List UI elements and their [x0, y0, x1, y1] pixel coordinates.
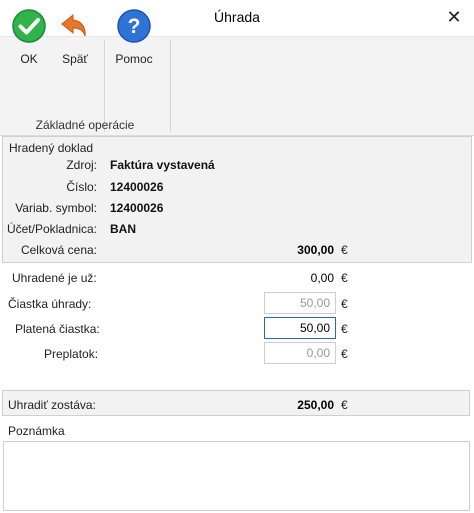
- ok-button[interactable]: OK: [8, 4, 50, 70]
- source-value: Faktúra vystavená: [110, 158, 215, 172]
- already-paid-value: 0,00: [310, 271, 334, 285]
- total-price-currency: €: [341, 243, 348, 257]
- ribbon-group-label: Základné operácie: [35, 118, 135, 132]
- number-value: 12400026: [110, 180, 164, 194]
- total-price-value: 300,00: [297, 243, 334, 257]
- remaining-value: 250,00: [297, 398, 334, 412]
- help-icon: ?: [117, 9, 151, 43]
- payment-amount-label: Čiastka úhrady:: [8, 297, 92, 311]
- number-label: Číslo:: [66, 180, 97, 194]
- back-button[interactable]: Späť: [54, 4, 96, 70]
- back-label: Späť: [62, 52, 88, 66]
- check-icon: [12, 9, 46, 43]
- total-price-label: Celková cena:: [20, 243, 97, 257]
- remaining-currency: €: [341, 398, 348, 412]
- variable-symbol-label: Variab. symbol:: [15, 201, 97, 215]
- section-separator: [2, 262, 470, 263]
- help-button[interactable]: ? Pomoc: [110, 4, 158, 70]
- already-paid-label: Uhradené je už:: [12, 271, 97, 285]
- already-paid-currency: €: [341, 271, 348, 285]
- account-value: BAN: [110, 222, 136, 236]
- account-label: Účet/Pokladnica:: [6, 222, 97, 236]
- paid-amount-label: Platená čiastka:: [15, 322, 100, 336]
- help-label: Pomoc: [115, 52, 153, 66]
- overpayment-field[interactable]: 0,00: [264, 342, 336, 364]
- close-icon[interactable]: ✕: [438, 2, 470, 32]
- remaining-label: Uhradiť zostáva:: [8, 398, 96, 412]
- paid-amount-currency: €: [341, 322, 348, 336]
- overpayment-label: Preplatok:: [44, 347, 99, 361]
- source-label: Zdroj:: [66, 158, 97, 172]
- document-group-title: Hradený doklad: [9, 141, 94, 155]
- note-textarea[interactable]: [3, 441, 470, 511]
- note-label: Poznámka: [8, 424, 65, 438]
- ok-label: OK: [20, 52, 38, 66]
- ribbon-group-separator: [170, 40, 171, 132]
- paid-amount-field[interactable]: 50,00: [264, 317, 336, 339]
- payment-amount-field[interactable]: 50,00: [264, 292, 336, 314]
- overpayment-currency: €: [341, 347, 348, 361]
- variable-symbol-value: 12400026: [110, 201, 164, 215]
- payment-amount-currency: €: [341, 297, 348, 311]
- svg-text:?: ?: [128, 15, 141, 38]
- undo-icon: [61, 13, 86, 37]
